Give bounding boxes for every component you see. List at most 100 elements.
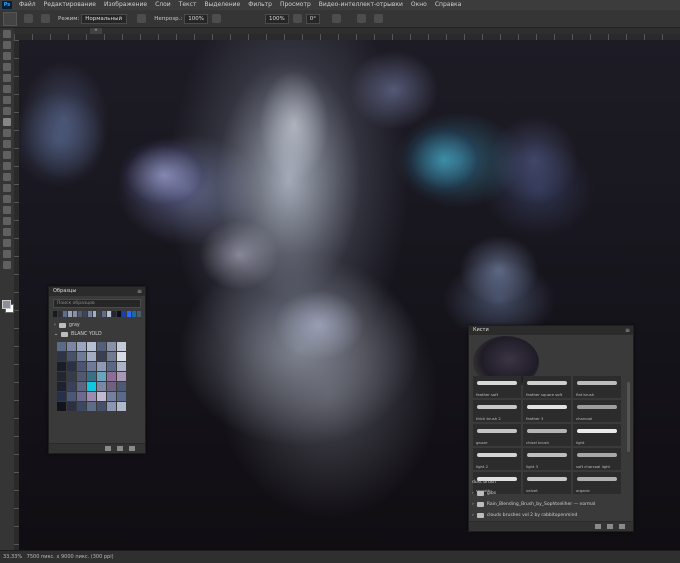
- swatch[interactable]: [87, 402, 96, 411]
- pressure-size-icon[interactable]: [373, 14, 383, 23]
- swatch-group-blanc-yold[interactable]: ⌄ BLANC YOLD: [49, 330, 145, 339]
- swatch[interactable]: [77, 392, 86, 401]
- swatch[interactable]: [67, 342, 76, 351]
- swatch[interactable]: [77, 352, 86, 361]
- swatch[interactable]: [102, 311, 107, 317]
- swatch[interactable]: [53, 311, 57, 317]
- swatch[interactable]: [127, 311, 131, 317]
- brushes-panel-header[interactable]: Кисти ≡: [469, 326, 633, 335]
- pen-tool-icon[interactable]: [3, 195, 11, 203]
- brush-preset[interactable]: chisel brush: [523, 424, 571, 446]
- new-group-folder-icon[interactable]: [595, 524, 601, 529]
- swatch[interactable]: [97, 311, 102, 317]
- blur-tool-icon[interactable]: [3, 173, 11, 181]
- menu-edit[interactable]: Редактирование: [40, 0, 100, 10]
- brush-preset[interactable]: gauze: [473, 424, 521, 446]
- menu-window[interactable]: Окно: [407, 0, 431, 10]
- swatch[interactable]: [87, 372, 96, 381]
- blend-mode-select[interactable]: Нормальный: [81, 13, 128, 24]
- brush-preset[interactable]: feather square soft: [523, 376, 571, 398]
- swatch[interactable]: [67, 372, 76, 381]
- panel-menu-icon[interactable]: ≡: [625, 326, 630, 335]
- zoom-tool-icon[interactable]: [3, 250, 11, 258]
- brush-preset[interactable]: feather soft: [473, 376, 521, 398]
- brush-size-icon[interactable]: [24, 14, 33, 23]
- swatch[interactable]: [97, 402, 106, 411]
- brush-folder-row[interactable]: › clouds brushes vol 2 by rabbitopenmind: [472, 511, 627, 520]
- path-select-tool-icon[interactable]: [3, 217, 11, 225]
- swatch[interactable]: [67, 382, 76, 391]
- swatch[interactable]: [57, 382, 66, 391]
- chevron-right-icon[interactable]: ›: [472, 511, 474, 520]
- swatch[interactable]: [122, 311, 127, 317]
- dodge-tool-icon[interactable]: [3, 184, 11, 192]
- swatch[interactable]: [77, 382, 86, 391]
- brush-preset[interactable]: flat brush: [573, 376, 621, 398]
- swatch[interactable]: [117, 311, 122, 317]
- brush-preset[interactable]: soft charcoal light: [573, 448, 621, 470]
- swatch[interactable]: [62, 311, 67, 317]
- swatch[interactable]: [67, 352, 76, 361]
- swatch[interactable]: [97, 392, 106, 401]
- brushes-scrollbar[interactable]: [627, 382, 630, 452]
- new-swatch-icon[interactable]: [117, 446, 123, 451]
- clone-stamp-tool-icon[interactable]: [3, 129, 11, 137]
- frame-tool-icon[interactable]: [3, 85, 11, 93]
- healing-tool-icon[interactable]: [3, 107, 11, 115]
- swatch[interactable]: [92, 311, 97, 317]
- swatch[interactable]: [117, 372, 126, 381]
- close-tab-icon[interactable]: ×: [94, 28, 98, 33]
- menu-file[interactable]: Файл: [15, 0, 40, 10]
- foreground-color-swatch[interactable]: [2, 300, 11, 309]
- symmetry-icon[interactable]: [356, 14, 366, 23]
- swatch[interactable]: [97, 362, 106, 371]
- new-group-folder-icon[interactable]: [105, 446, 111, 451]
- menu-plugins[interactable]: Видео-интеллект-отрывки: [315, 0, 407, 10]
- swatch[interactable]: [77, 342, 86, 351]
- delete-trash-icon[interactable]: [619, 524, 625, 529]
- swatch[interactable]: [107, 402, 116, 411]
- swatch-group-gray[interactable]: › gray: [49, 321, 145, 330]
- swatch[interactable]: [87, 311, 92, 317]
- eyedropper-tool-icon[interactable]: [3, 96, 11, 104]
- flow-field[interactable]: 100%: [264, 13, 289, 24]
- swatch[interactable]: [117, 392, 126, 401]
- swatch[interactable]: [67, 311, 72, 317]
- chevron-right-icon[interactable]: ›: [54, 321, 56, 330]
- swatch[interactable]: [57, 342, 66, 351]
- menu-layers[interactable]: Слои: [151, 0, 175, 10]
- swatch[interactable]: [67, 402, 76, 411]
- swatch[interactable]: [72, 311, 77, 317]
- gradient-tool-icon[interactable]: [3, 162, 11, 170]
- smoothing-icon[interactable]: [292, 14, 302, 23]
- brush-tool-icon[interactable]: [3, 118, 11, 126]
- swatches-panel-header[interactable]: Образцы ≡: [49, 287, 145, 296]
- swatch[interactable]: [77, 362, 86, 371]
- brush-folder-row[interactable]: › gibs: [472, 489, 627, 498]
- brush-folder-row[interactable]: › Rain_Blending_Brush_by_Sophtseliher — …: [472, 500, 627, 509]
- swatch[interactable]: [107, 392, 116, 401]
- history-brush-tool-icon[interactable]: [3, 140, 11, 148]
- swatch[interactable]: [132, 311, 136, 317]
- eraser-tool-icon[interactable]: [3, 151, 11, 159]
- swatch[interactable]: [117, 342, 126, 351]
- swatch[interactable]: [77, 372, 86, 381]
- swatch[interactable]: [117, 352, 126, 361]
- swatch[interactable]: [57, 352, 66, 361]
- settings-gear-icon[interactable]: [331, 14, 341, 23]
- swatch[interactable]: [77, 402, 86, 411]
- brush-settings-icon[interactable]: [41, 14, 50, 23]
- opacity-field[interactable]: 100%: [184, 13, 208, 24]
- swatch[interactable]: [87, 382, 96, 391]
- brush-preset[interactable]: light 2: [473, 448, 521, 470]
- brush-preset[interactable]: charcoal: [573, 400, 621, 422]
- swatch[interactable]: [57, 311, 62, 317]
- swatch[interactable]: [97, 352, 106, 361]
- swatch[interactable]: [97, 372, 106, 381]
- new-brush-icon[interactable]: [607, 524, 613, 529]
- chevron-right-icon[interactable]: ›: [472, 489, 474, 498]
- menu-filter[interactable]: Фильтр: [244, 0, 276, 10]
- panel-menu-icon[interactable]: ≡: [137, 287, 142, 296]
- zoom-level[interactable]: 33,33%: [3, 554, 22, 560]
- swatch[interactable]: [136, 311, 141, 317]
